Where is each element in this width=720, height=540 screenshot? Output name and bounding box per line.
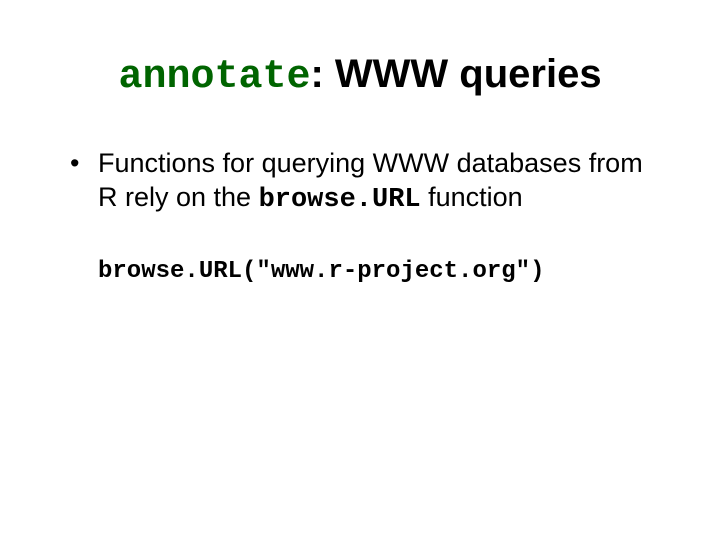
code-example: browse.URL("www.r-project.org") — [98, 258, 665, 285]
slide-container: annotate: WWW queries Functions for quer… — [0, 0, 720, 540]
title-keyword: annotate — [118, 55, 310, 100]
bullet-list: Functions for querying WWW databases fro… — [70, 147, 665, 218]
slide-title: annotate: WWW queries — [55, 50, 665, 102]
bullet-item: Functions for querying WWW databases fro… — [70, 147, 665, 218]
bullet-text-after: function — [421, 182, 523, 212]
inline-code: browse.URL — [259, 185, 421, 215]
title-rest: : WWW queries — [310, 52, 601, 96]
